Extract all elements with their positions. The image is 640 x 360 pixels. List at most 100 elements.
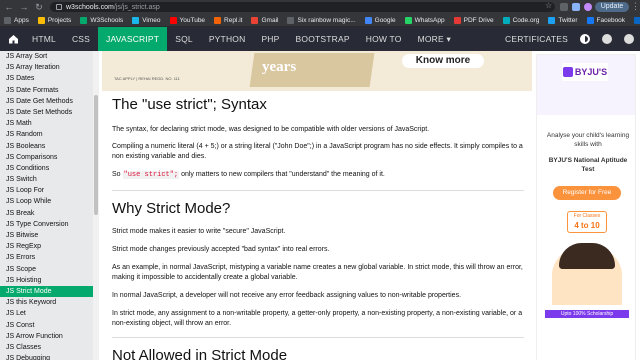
bookmark-favicon-icon bbox=[287, 16, 295, 24]
bookmark-item[interactable]: YouTube bbox=[169, 16, 206, 24]
sidebar-item[interactable]: JS Scope bbox=[0, 264, 93, 275]
certificates-link[interactable]: CERTIFICATES bbox=[499, 27, 574, 51]
sidebar-item[interactable]: JS Arrow Function bbox=[0, 331, 93, 342]
scholarship-banner: Upto 100% Scholarship bbox=[545, 310, 629, 318]
sidebar-item[interactable]: JS Break bbox=[0, 208, 93, 219]
ad-text-bold: BYJU'S National Aptitude Test bbox=[548, 157, 628, 173]
extension-icon[interactable] bbox=[560, 3, 568, 11]
main-nav: HTML CSS JAVASCRIPT SQL PYTHON PHP BOOTSTRAP HO… bbox=[0, 27, 640, 51]
byjus-logo: BYJU'S bbox=[562, 63, 608, 81]
sidebar-item[interactable]: JS Debugging bbox=[0, 353, 93, 360]
ad-text: Analyse your child's learning skills wit… bbox=[546, 132, 630, 148]
byjus-ad[interactable]: BYJU'S Analyse your child's learning ski… bbox=[536, 54, 636, 360]
sidebar-item[interactable]: JS Date Formats bbox=[0, 85, 93, 96]
bookmark-item[interactable]: Repl.it bbox=[214, 16, 242, 24]
url-path: /js/js_strict.asp bbox=[113, 3, 160, 11]
inline-code: "use strict"; bbox=[122, 171, 180, 179]
sidebar: JS Array Sort JS Array Iteration JS Dates J… bbox=[0, 51, 93, 360]
main-content: years TAC APPLY | REHAI REGD. NO. 111 Kn… bbox=[99, 51, 533, 360]
sidebar-item[interactable]: JS Math bbox=[0, 118, 93, 129]
nav-item[interactable]: PYTHON bbox=[201, 27, 254, 51]
sidebar-item[interactable]: JS Date Set Methods bbox=[0, 107, 93, 118]
sidebar-item[interactable]: JS Loop For bbox=[0, 185, 93, 196]
sidebar-item[interactable]: JS Bitwise bbox=[0, 230, 93, 241]
bookmarks-bar: Apps Projects W3Schools Vimeo YouTube Repl.it… bbox=[0, 14, 640, 27]
sidebar-item[interactable]: JS Booleans bbox=[0, 141, 93, 152]
bookmark-label: Six rainbow magic... bbox=[297, 16, 356, 24]
paragraph: In normal JavaScript, a developer will n… bbox=[112, 292, 462, 299]
sidebar-item[interactable]: JS Classes bbox=[0, 342, 93, 353]
bookmark-item[interactable]: Apps bbox=[4, 16, 29, 24]
paragraph: Compiling a numeric literal (4 + 5;) or … bbox=[112, 143, 523, 160]
paragraph: Strict mode changes previously accepted … bbox=[112, 246, 330, 253]
search-icon[interactable] bbox=[624, 34, 634, 44]
classes-range: 4 to 10 bbox=[574, 221, 600, 230]
bookmark-star-icon[interactable]: ☆ bbox=[545, 1, 552, 10]
bookmark-item[interactable]: Gmail bbox=[251, 16, 278, 24]
sidebar-item[interactable]: JS Random bbox=[0, 129, 93, 140]
back-icon[interactable]: ← bbox=[3, 1, 15, 13]
paragraph: As an example, in normal JavaScript, mis… bbox=[112, 264, 523, 281]
nav-item[interactable]: HOW TO bbox=[358, 27, 410, 51]
sidebar-item[interactable]: JS Errors bbox=[0, 252, 93, 263]
bookmark-label: Twitter bbox=[558, 16, 578, 24]
sidebar-item[interactable]: JS Type Conversion bbox=[0, 219, 93, 230]
sidebar-item[interactable]: JS Switch bbox=[0, 174, 93, 185]
nav-item[interactable]: BOOTSTRAP bbox=[288, 27, 358, 51]
nav-item[interactable]: JAVASCRIPT bbox=[98, 27, 168, 51]
sidebar-item[interactable]: JS Date Get Methods bbox=[0, 96, 93, 107]
bookmark-item[interactable]: WhatsApp bbox=[404, 16, 445, 24]
bookmark-item[interactable]: PDF Drive bbox=[453, 16, 494, 24]
nav-item[interactable]: HTML bbox=[24, 27, 64, 51]
bookmark-item[interactable]: Projects bbox=[37, 16, 71, 24]
know-more-button[interactable]: Know more bbox=[402, 54, 484, 68]
sidebar-item[interactable]: JS Strict Mode bbox=[0, 285, 93, 298]
nav-item[interactable]: SQL bbox=[167, 27, 201, 51]
paragraph: Strict mode makes it easier to write "se… bbox=[112, 228, 286, 235]
sidebar-scrollbar-thumb[interactable] bbox=[94, 95, 98, 215]
sidebar-item[interactable]: JS RegExp bbox=[0, 241, 93, 252]
forward-icon[interactable]: → bbox=[18, 1, 30, 13]
bookmark-favicon-icon bbox=[251, 16, 259, 24]
home-icon[interactable] bbox=[2, 27, 24, 51]
bookmark-item[interactable]: LinkedIn bbox=[634, 16, 640, 24]
bookmark-favicon-icon bbox=[169, 16, 177, 24]
sidebar-item[interactable]: JS Array Iteration bbox=[0, 62, 93, 73]
sidebar-item[interactable]: JS Const bbox=[0, 320, 93, 331]
sidebar-item[interactable]: JS Dates bbox=[0, 73, 93, 84]
bookmark-item[interactable]: W3Schools bbox=[80, 16, 123, 24]
register-button[interactable]: Register for Free bbox=[553, 186, 621, 200]
classes-badge: For Classes 4 to 10 bbox=[567, 211, 607, 233]
nav-item[interactable]: PHP bbox=[253, 27, 287, 51]
extension-icon[interactable] bbox=[572, 3, 580, 11]
dark-mode-icon[interactable] bbox=[580, 34, 590, 44]
nav-item[interactable]: CSS bbox=[64, 27, 98, 51]
sidebar-item[interactable]: JS Let bbox=[0, 308, 93, 319]
profile-avatar[interactable] bbox=[584, 3, 592, 11]
address-bar[interactable]: w3schools.com /js/js_strict.asp bbox=[50, 2, 555, 12]
bookmark-item[interactable]: Code.org bbox=[502, 16, 539, 24]
bookmark-item[interactable]: Google bbox=[364, 16, 396, 24]
bookmark-label: Facebook bbox=[596, 16, 626, 24]
sidebar-item[interactable]: JS Array Sort bbox=[0, 51, 93, 62]
update-button[interactable]: Update bbox=[595, 2, 629, 12]
globe-icon[interactable] bbox=[602, 34, 612, 44]
sidebar-item[interactable]: JS Loop While bbox=[0, 196, 93, 207]
bookmark-item[interactable]: Six rainbow magic... bbox=[287, 16, 356, 24]
sidebar-item[interactable]: JS this Keyword bbox=[0, 297, 93, 308]
nav-item[interactable]: MORE ▾ bbox=[410, 27, 459, 51]
sidebar-item[interactable]: JS Conditions bbox=[0, 163, 93, 174]
bookmark-favicon-icon bbox=[586, 16, 594, 24]
browser-menu-icon[interactable]: ⋮ bbox=[631, 1, 640, 12]
bookmark-favicon-icon bbox=[453, 16, 461, 24]
top-ad-banner[interactable]: years TAC APPLY | REHAI REGD. NO. 111 Kn… bbox=[102, 51, 532, 91]
sidebar-item[interactable]: JS Hoisting bbox=[0, 275, 93, 286]
bookmark-item[interactable]: Twitter bbox=[548, 16, 578, 24]
sidebar-item[interactable]: JS Comparisons bbox=[0, 152, 93, 163]
bookmark-label: YouTube bbox=[179, 16, 206, 24]
paragraph: In strict mode, any assignment to a non-… bbox=[112, 310, 523, 327]
bookmark-item[interactable]: Facebook bbox=[586, 16, 626, 24]
divider bbox=[112, 190, 524, 191]
bookmark-item[interactable]: Vimeo bbox=[132, 16, 161, 24]
reload-icon[interactable]: ↻ bbox=[33, 1, 45, 13]
